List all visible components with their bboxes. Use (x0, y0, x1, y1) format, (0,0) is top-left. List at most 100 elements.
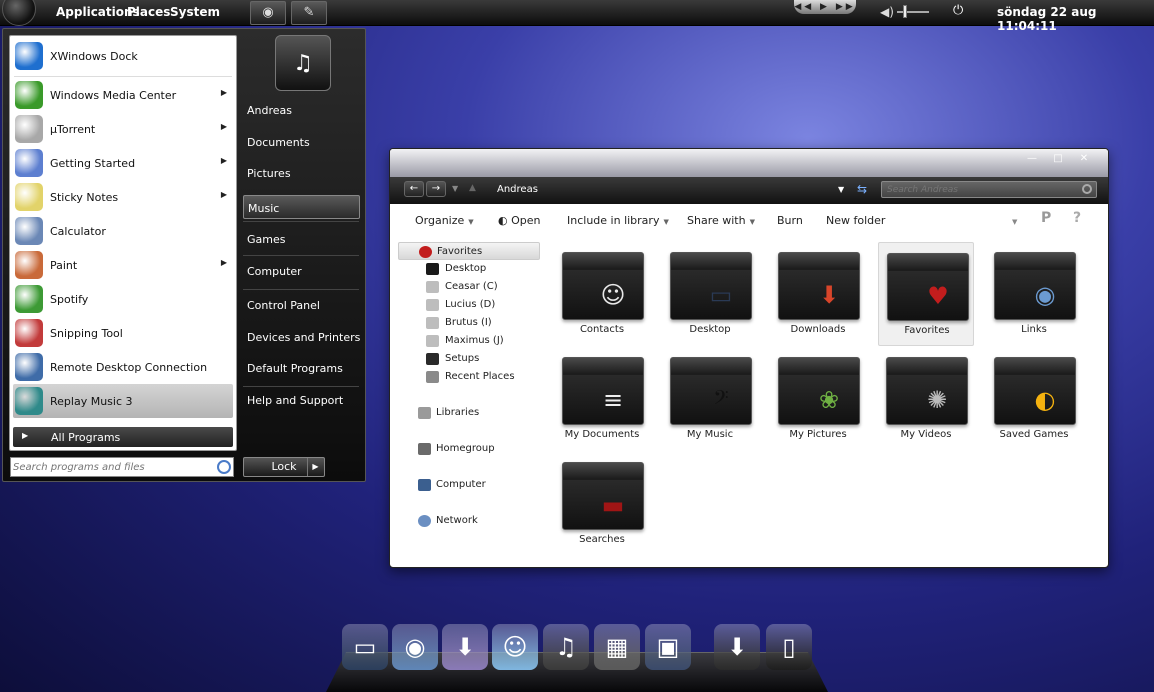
start-place-item[interactable]: Default Programs (247, 362, 343, 375)
power-icon[interactable]: ⏻ (953, 3, 963, 18)
all-programs-button[interactable]: ▶ All Programs (13, 427, 233, 447)
nav-homegroup[interactable]: Homegroup (398, 440, 540, 458)
include-in-library-button[interactable]: Include in library ▼ (567, 214, 669, 227)
back-button[interactable]: ← (404, 181, 424, 197)
nav-child-label: Lucius (D) (445, 299, 496, 310)
submenu-arrow-icon[interactable]: ▶ (221, 122, 227, 131)
music-disc-icon[interactable]: ♫ (543, 624, 589, 670)
help-icon[interactable]: ? (1073, 210, 1081, 226)
folder-tile[interactable]: ☺ Contacts (554, 242, 650, 346)
start-program-item[interactable]: Replay Music 3 (13, 384, 233, 418)
folder-tile[interactable]: ≡ My Documents (554, 347, 650, 451)
globe-icon[interactable]: ◉ (392, 624, 438, 670)
launcher-tool-icon[interactable]: ✎ (291, 1, 327, 25)
nav-network[interactable]: Network (398, 512, 540, 530)
media-controls[interactable]: ◀◀ ▶ ▶▶ (794, 0, 856, 14)
folder-tile[interactable]: ♥ Favorites (878, 242, 974, 346)
download-icon[interactable]: ⬇ (442, 624, 488, 670)
refresh-icon[interactable]: ⇆ (857, 182, 867, 196)
explorer-search-input[interactable] (887, 183, 1077, 196)
start-place-item[interactable]: Computer (247, 265, 302, 278)
up-level-icon[interactable]: ▲ (469, 183, 476, 193)
start-program-item[interactable]: Getting Started ▶ (13, 146, 233, 180)
folder-tile[interactable]: ◐ Saved Games (986, 347, 1082, 451)
address-dropdown-icon[interactable]: ▼ (838, 185, 844, 194)
start-program-item[interactable]: Windows Media Center ▶ (13, 78, 233, 112)
organize-label: Organize (415, 214, 465, 227)
folder-tile[interactable]: ✺ My Videos (878, 347, 974, 451)
folder-tile[interactable]: ◉ Links (986, 242, 1082, 346)
nav-favorites-child[interactable]: Desktop (398, 260, 540, 278)
volume-slider[interactable] (897, 11, 929, 13)
folder-tile[interactable]: ⬇ Downloads (770, 242, 866, 346)
maximize-button[interactable]: □ (1050, 152, 1066, 166)
explorer-titlebar[interactable]: — □ ✕ (390, 149, 1108, 177)
start-search-box[interactable] (10, 457, 234, 477)
volume-slider-knob[interactable] (903, 5, 907, 18)
search-icon[interactable] (1082, 184, 1092, 194)
nav-favorites[interactable]: Favorites (398, 242, 540, 260)
start-program-item[interactable]: XWindows Dock (13, 39, 233, 73)
trash-icon[interactable]: ▯ (766, 624, 812, 670)
start-place-item[interactable]: Control Panel (247, 299, 320, 312)
new-folder-button[interactable]: New folder (826, 214, 885, 227)
address-path[interactable]: Andreas (497, 184, 538, 195)
start-place-item[interactable]: Devices and Printers (247, 331, 360, 344)
folder-tile[interactable]: ❀ My Pictures (770, 347, 866, 451)
explorer-search-box[interactable] (881, 181, 1097, 198)
nav-favorites-child[interactable]: Ceasar (C) (398, 278, 540, 296)
start-program-item[interactable]: Calculator (13, 214, 233, 248)
open-button[interactable]: ◐ Open (498, 214, 541, 227)
gnome-foot-icon[interactable] (2, 0, 36, 26)
nav-favorites-child[interactable]: Brutus (I) (398, 314, 540, 332)
folder-tile[interactable]: 𝄢 My Music (662, 347, 758, 451)
folder-tile[interactable]: ▭ Desktop (662, 242, 758, 346)
forward-button[interactable]: → (426, 181, 446, 197)
submenu-arrow-icon[interactable]: ▶ (221, 88, 227, 97)
start-place-item[interactable]: Games (247, 233, 285, 246)
clock[interactable]: söndag 22 aug 11:04:11 (997, 5, 1154, 33)
share-with-button[interactable]: Share with ▼ (687, 214, 755, 227)
nav-favorites-child[interactable]: Setups (398, 350, 540, 368)
folder-label: Favorites (904, 325, 950, 336)
nav-favorites-child[interactable]: Recent Places (398, 368, 540, 386)
start-program-item[interactable]: Remote Desktop Connection (13, 350, 233, 384)
start-place-item[interactable]: Pictures (247, 167, 291, 180)
start-place-item[interactable]: Help and Support (247, 394, 343, 407)
video-icon[interactable]: ▣ (645, 624, 691, 670)
close-button[interactable]: ✕ (1076, 152, 1092, 166)
menu-places[interactable]: Places (127, 5, 170, 19)
start-program-item[interactable]: Sticky Notes ▶ (13, 180, 233, 214)
start-program-item[interactable]: Snipping Tool (13, 316, 233, 350)
start-place-item[interactable]: Music (243, 195, 360, 219)
chat-icon[interactable]: ☺ (492, 624, 538, 670)
submenu-arrow-icon[interactable]: ▶ (221, 156, 227, 165)
monitor-icon[interactable]: ▭ (342, 624, 388, 670)
start-program-item[interactable]: Paint ▶ (13, 248, 233, 282)
nav-computer[interactable]: Computer (398, 476, 540, 494)
volume-icon[interactable]: ◀) (880, 5, 894, 19)
start-search-input[interactable] (13, 459, 213, 475)
downloads-folder-icon[interactable]: ⬇ (714, 624, 760, 670)
nav-favorites-child[interactable]: Lucius (D) (398, 296, 540, 314)
start-place-item[interactable]: Documents (247, 136, 310, 149)
nav-favorites-child[interactable]: Maximus (J) (398, 332, 540, 350)
burn-button[interactable]: Burn (777, 214, 803, 227)
nav-libraries[interactable]: Libraries (398, 404, 540, 422)
start-place-item[interactable]: Andreas (247, 104, 292, 117)
photos-icon[interactable]: ▦ (594, 624, 640, 670)
start-program-item[interactable]: Spotify (13, 282, 233, 316)
views-dropdown-icon[interactable]: ▼ (1012, 218, 1017, 226)
folder-tile[interactable]: ▬ Searches (554, 452, 650, 556)
launcher-firefox-icon[interactable]: ◉ (250, 1, 286, 25)
submenu-arrow-icon[interactable]: ▶ (221, 190, 227, 199)
submenu-arrow-icon[interactable]: ▶ (221, 258, 227, 267)
minimize-button[interactable]: — (1024, 152, 1040, 166)
recent-pages-dropdown-icon[interactable]: ▼ (452, 184, 458, 193)
menu-system[interactable]: System (170, 5, 220, 19)
organize-button[interactable]: Organize ▼ (415, 214, 474, 227)
search-icon[interactable] (217, 460, 231, 474)
lock-options-arrow[interactable]: ▶ (307, 458, 323, 476)
start-program-item[interactable]: µTorrent ▶ (13, 112, 233, 146)
preview-pane-icon[interactable]: P (1041, 210, 1051, 226)
